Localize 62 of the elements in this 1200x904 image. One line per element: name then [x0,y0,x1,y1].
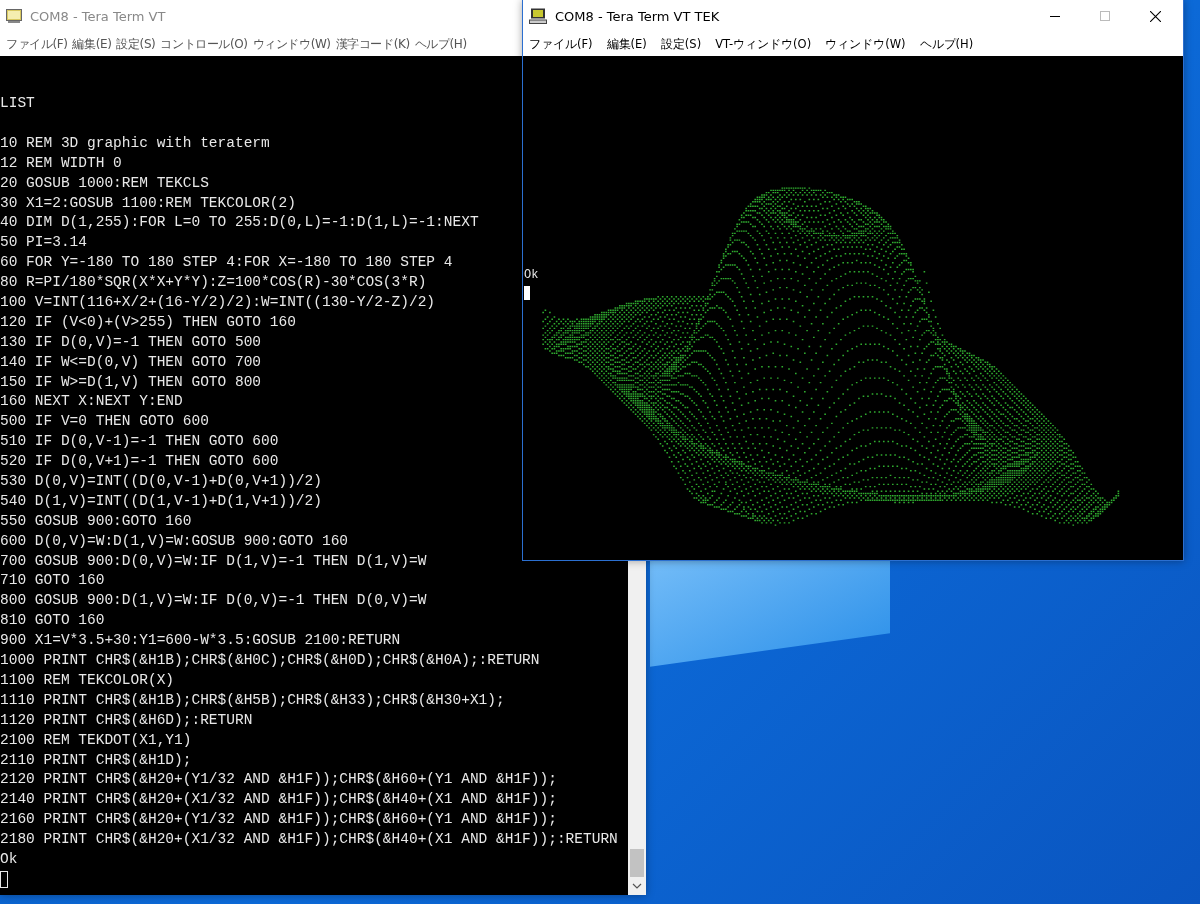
menu-item[interactable]: 編集(E) [72,35,112,53]
computer-icon [529,8,547,24]
code-line: 550 GOSUB 900:GOTO 160 [0,511,192,531]
code-line: 120 IF (V<0)+(V>255) THEN GOTO 160 [0,312,296,332]
code-line: 2180 PRINT CHR$(&H20+(X1/32 AND &H1F));CHR$(&H40+(X1 AND &H1F));:RETURN [0,830,618,850]
code-line: 60 FOR Y=-180 TO 180 STEP 4:FOR X=-180 TO 180 STEP 4 [0,253,453,273]
text-cursor [0,870,8,888]
code-line: 100 V=INT(116+X/2+(16-Y/2)/2):W=INT((130-Y/2-Z)/2) [0,293,436,312]
code-line: 2110 PRINT CHR$(&H1D); [0,750,192,770]
window-title: COM8 - Tera Term VT TEK [555,8,720,24]
code-line: 800 GOSUB 900:D(1,V)=W:IF D(0,V)=-1 THEN D(0,V)=W [0,591,427,611]
menu-item[interactable]: ファイル(F) [529,36,593,52]
code-line: 10 REM 3D graphic with teraterm [0,133,270,153]
code-line: 80 R=PI/180*SQR(X*X+Y*Y):Z=100*COS(R)-30*COS(3*R) [0,273,427,293]
code-line: 710 GOTO 160 [0,571,105,591]
terminal-prompt: Ok [0,849,18,869]
code-line: 2140 PRINT CHR$(&H20+(X1/32 AND &H1F));CHR$(&H40+(X1 AND &H1F)); [0,790,557,810]
menu-item[interactable]: ウィンドウ(W) [825,36,906,52]
menu-item[interactable]: 編集(E) [606,36,647,52]
code-line: 1100 REM TEKCOLOR(X) [0,670,175,690]
code-line: 1120 PRINT CHR$(&H6D);:RETURN [0,710,253,730]
code-line: 150 IF W>=D(1,V) THEN GOTO 800 [0,372,262,392]
code-line: 40 DIM D(1,255):FOR L=0 TO 255:D(0,L)=-1:D(1,L)=-1:NEXT [0,213,479,233]
code-line: 2160 PRINT CHR$(&H20+(Y1/32 AND &H1F));CHR$(&H60+(Y1 AND &H1F)); [0,810,557,830]
code-line: 700 GOSUB 900:D(0,V)=W:IF D(1,V)=-1 THEN D(1,V)=W [0,551,427,571]
close-icon[interactable] [1150,10,1161,22]
code-line: 1110 PRINT CHR$(&H1B);CHR$(&H5B);CHR$(&H33);CHR$(&H30+X1); [0,690,505,710]
code-line: 600 D(0,V)=W:D(1,V)=W:GOSUB 900:GOTO 160 [0,531,349,551]
code-line: 500 IF V=0 THEN GOTO 600 [0,412,209,432]
code-line: 160 NEXT X:NEXT Y:END [0,392,183,412]
menu-item[interactable]: 設定(S) [660,36,702,52]
scroll-down-icon[interactable] [632,883,642,889]
menu-item[interactable]: ヘルプ(H) [919,36,974,52]
menu-item[interactable]: VT-ウィンドウ(O) [715,36,812,52]
menu-item[interactable]: 漢字コード(K) [335,35,410,53]
window-title: COM8 - Tera Term VT [30,8,166,24]
code-line: 530 D(0,V)=INT((D(0,V-1)+D(0,V+1))/2) [0,472,322,492]
menu-item[interactable]: ヘルプ(H) [414,35,467,53]
terminal-command: LIST [0,94,35,113]
code-line: 20 GOSUB 1000:REM TEKCLS [0,173,209,193]
menu-item[interactable]: コントロール(O) [160,35,248,53]
menu-item[interactable]: 設定(S) [116,35,156,53]
code-line: 2120 PRINT CHR$(&H20+(Y1/32 AND &H1F));CHR$(&H60+(Y1 AND &H1F)); [0,770,557,790]
scroll-thumb[interactable] [630,849,644,877]
scrollbar[interactable] [628,559,646,895]
terminal-icon [6,9,22,23]
code-line: 50 PI=3.14 [0,233,87,253]
terminal-prompt: Ok [524,268,539,282]
code-line: 140 IF W<=D(0,V) THEN GOTO 700 [0,352,262,372]
code-line: 2100 REM TEKDOT(X1,Y1) [0,730,192,750]
code-line: 900 X1=V*3.5+30:Y1=600-W*3.5:GOSUB 2100:RETURN [0,631,401,651]
code-line: 1000 PRINT CHR$(&H1B);CHR$(&H0C);CHR$(&H0D);CHR$(&H0A);:RETURN [0,651,540,671]
code-line: 520 IF D(0,V+1)=-1 THEN GOTO 600 [0,452,279,472]
code-line: 540 D(1,V)=INT((D(1,V-1)+D(1,V+1))/2) [0,491,322,511]
menu-item[interactable]: ウィンドウ(W) [252,35,331,53]
code-line: 130 IF D(0,V)=-1 THEN GOTO 500 [0,332,262,352]
menu-item[interactable]: ファイル(F) [6,35,68,53]
code-line: 510 IF D(0,V-1)=-1 THEN GOTO 600 [0,432,279,452]
code-line: 810 GOTO 160 [0,611,105,631]
code-line: 30 X1=2:GOSUB 1100:REM TEKCOLOR(2) [0,193,296,213]
code-line: 12 REM WIDTH 0 [0,153,122,173]
minimize-icon[interactable] [1050,15,1060,17]
